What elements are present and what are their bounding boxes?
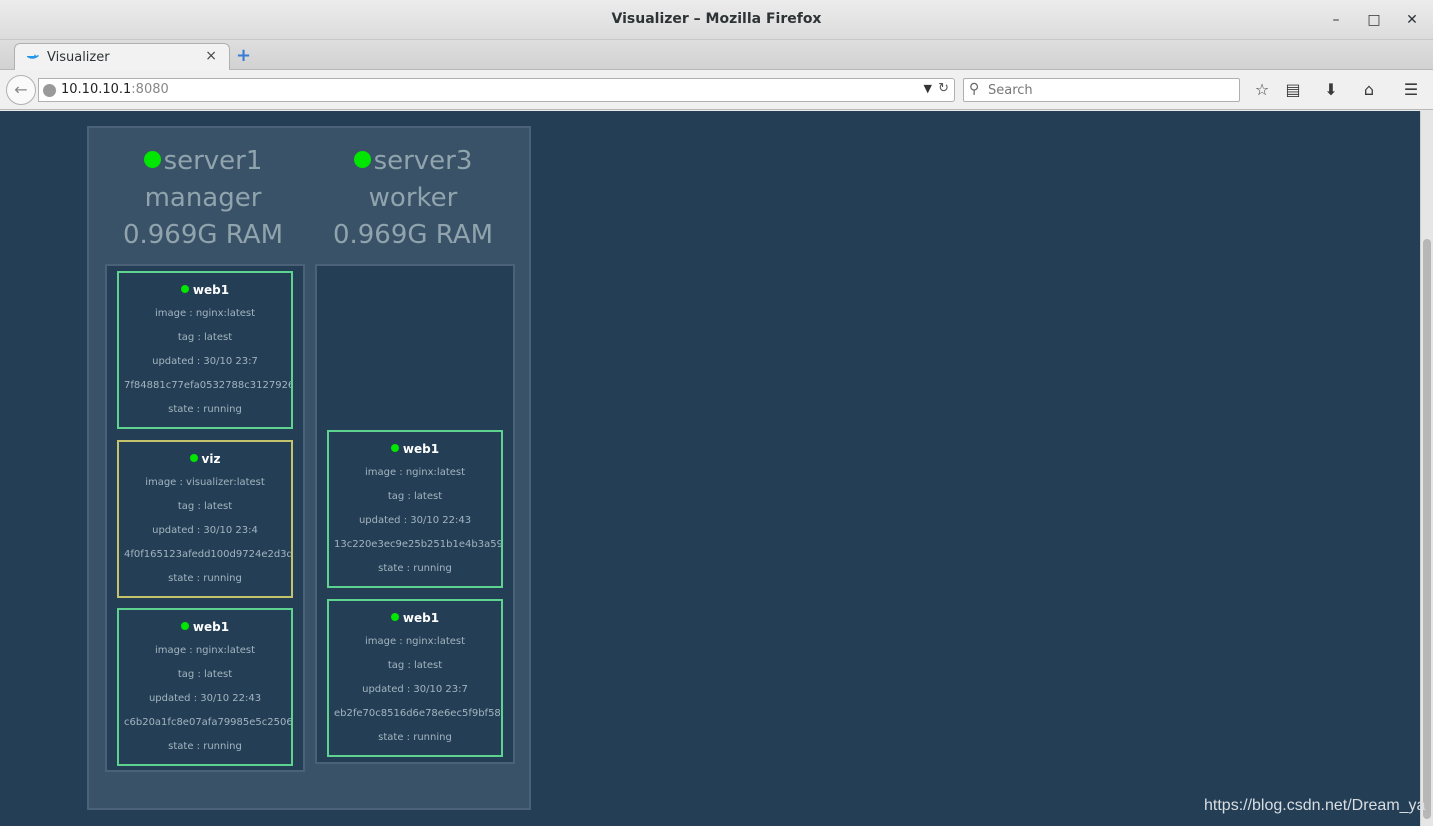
service-card[interactable]: web1 image : nginx:latest tag : latest u… — [117, 271, 293, 429]
tab-strip: Visualizer × + — [0, 40, 1433, 71]
service-id: c6b20a1fc8e07afa79985e5c250697 — [124, 717, 293, 728]
service-status-dot — [189, 454, 198, 462]
service-status-dot — [390, 613, 399, 621]
window-titlebar: Visualizer – Mozilla Firefox – □ ✕ — [0, 0, 1433, 40]
maximize-icon[interactable]: □ — [1364, 10, 1384, 30]
service-card[interactable]: web1 image : nginx:latest tag : latest u… — [327, 430, 503, 588]
menu-hamburger-icon[interactable]: ☰ — [1399, 78, 1423, 102]
service-state: state : running — [378, 732, 452, 743]
service-state: state : running — [168, 741, 242, 752]
node-role: worker — [368, 183, 458, 213]
service-state: state : running — [378, 563, 452, 574]
chevron-down-icon[interactable]: ▼ — [924, 82, 932, 95]
service-name: viz — [119, 452, 291, 466]
service-status-dot — [180, 285, 189, 293]
service-updated: updated : 30/10 22:43 — [358, 515, 472, 526]
page-content: server1 manager 0.969G RAM server3 worke… — [0, 111, 1420, 826]
node-name: server3 — [313, 143, 513, 180]
bookmark-star-icon[interactable]: ☆ — [1250, 78, 1274, 102]
node-status-dot — [353, 151, 371, 168]
close-window-icon[interactable]: ✕ — [1402, 10, 1422, 30]
globe-icon — [43, 84, 56, 97]
cluster-panel: server1 manager 0.969G RAM server3 worke… — [87, 126, 531, 810]
service-updated: updated : 30/10 22:43 — [148, 693, 262, 704]
service-tag: tag : latest — [177, 501, 233, 512]
service-id: 4f0f165123afedd100d9724e2d3d62 — [124, 549, 293, 560]
node-column-server1: web1 image : nginx:latest tag : latest u… — [105, 264, 305, 772]
node-name: server1 — [103, 143, 303, 180]
search-input[interactable] — [988, 81, 1228, 99]
minimize-icon[interactable]: – — [1326, 10, 1346, 30]
search-icon: ⚲ — [969, 81, 980, 97]
url-host: 10.10.10.1 — [61, 82, 132, 97]
url-text[interactable]: 10.10.10.1:8080 — [61, 82, 169, 97]
node-status-dot — [143, 151, 161, 168]
service-state: state : running — [168, 404, 242, 415]
node-ram: 0.969G RAM — [122, 220, 284, 250]
window-title: Visualizer – Mozilla Firefox — [611, 11, 822, 27]
service-state: state : running — [168, 573, 242, 584]
service-updated: updated : 30/10 23:7 — [152, 356, 258, 367]
service-image: image : visualizer:latest — [145, 477, 265, 488]
service-card[interactable]: web1 image : nginx:latest tag : latest u… — [327, 599, 503, 757]
url-bar[interactable]: 10.10.10.1:8080 ▼ ↻ — [38, 78, 955, 102]
watermark-text: https://blog.csdn.net/Dream_ya — [1204, 797, 1426, 814]
navigation-bar: ← 10.10.10.1:8080 ▼ ↻ ⚲ ☆ ▤ ⬇ ⌂ ☰ — [0, 70, 1433, 110]
service-tag: tag : latest — [387, 660, 443, 671]
service-name: web1 — [329, 611, 501, 625]
url-port: :8080 — [131, 82, 169, 97]
service-name: web1 — [119, 283, 291, 297]
tab-visualizer[interactable]: Visualizer × — [14, 43, 230, 71]
node-ram: 0.969G RAM — [332, 220, 494, 250]
service-status-dot — [390, 444, 399, 452]
node-role: manager — [144, 183, 262, 213]
reading-list-icon[interactable]: ▤ — [1281, 78, 1305, 102]
back-arrow-icon[interactable]: ← — [6, 75, 36, 105]
node-header-server3: server3 worker 0.969G RAM — [313, 143, 513, 254]
scrollbar-thumb[interactable] — [1423, 239, 1431, 819]
service-image: image : nginx:latest — [154, 308, 256, 319]
tab-close-icon[interactable]: × — [205, 48, 217, 64]
docker-favicon-icon — [27, 54, 39, 59]
service-name: web1 — [329, 442, 501, 456]
service-id: eb2fe70c8516d6e78e6ec5f9bf5850 — [334, 708, 503, 719]
search-bar[interactable]: ⚲ — [963, 78, 1240, 102]
vertical-scrollbar[interactable] — [1420, 111, 1433, 826]
service-image: image : nginx:latest — [364, 636, 466, 647]
node-column-server3: web1 image : nginx:latest tag : latest u… — [315, 264, 515, 764]
service-card[interactable]: viz image : visualizer:latest tag : late… — [117, 440, 293, 598]
reload-icon[interactable]: ↻ — [938, 81, 949, 96]
service-tag: tag : latest — [387, 491, 443, 502]
service-tag: tag : latest — [177, 332, 233, 343]
service-image: image : nginx:latest — [364, 467, 466, 478]
node-header-server1: server1 manager 0.969G RAM — [103, 143, 303, 254]
new-tab-icon[interactable]: + — [236, 45, 251, 66]
service-name: web1 — [119, 620, 291, 634]
service-status-dot — [180, 622, 189, 630]
service-id: 7f84881c77efa0532788c31279260 — [124, 380, 293, 391]
service-id: 13c220e3ec9e25b251b1e4b3a591 — [334, 539, 503, 550]
download-icon[interactable]: ⬇ — [1319, 78, 1343, 102]
home-icon[interactable]: ⌂ — [1357, 78, 1381, 102]
service-updated: updated : 30/10 23:7 — [362, 684, 468, 695]
service-updated: updated : 30/10 23:4 — [152, 525, 258, 536]
service-image: image : nginx:latest — [154, 645, 256, 656]
service-tag: tag : latest — [177, 669, 233, 680]
tab-label: Visualizer — [47, 50, 110, 65]
service-card[interactable]: web1 image : nginx:latest tag : latest u… — [117, 608, 293, 766]
